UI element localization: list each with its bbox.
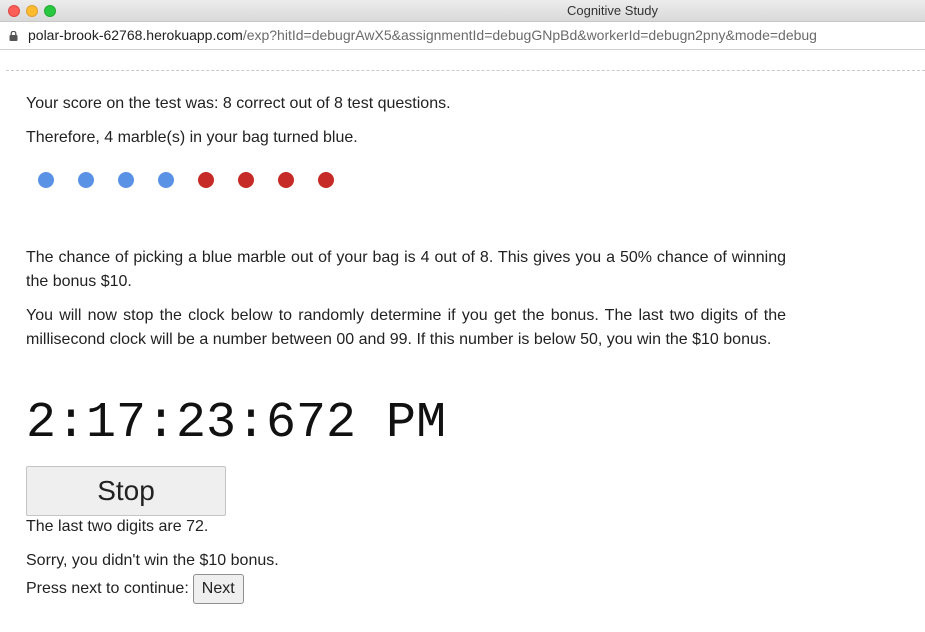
red-marble [238,172,254,188]
address-bar[interactable]: polar-brook-62768.herokuapp.com/exp?hitI… [0,22,925,50]
blue-marble [158,172,174,188]
continue-row: Press next to continue: Next [26,574,244,604]
red-marble [318,172,334,188]
window-title: Cognitive Study [566,3,659,18]
blue-marble [38,172,54,188]
dashed-divider [6,70,925,71]
turned-blue-text: Therefore, 4 marble(s) in your bag turne… [26,129,358,146]
last-digits-text: The last two digits are 72. [26,518,209,535]
red-marble [198,172,214,188]
blue-marble [78,172,94,188]
lock-icon [9,31,18,41]
blue-marble [118,172,134,188]
url-path: /exp?hitId=debugrAwX5&assignmentId=debug… [242,27,817,43]
millisecond-clock: 2:17:23:672 PM [26,395,447,452]
url-host: polar-brook-62768.herokuapp.com [28,27,243,43]
chance-text: The chance of picking a blue marble out … [26,249,786,290]
window-title-bar: Cognitive Study [0,0,925,22]
next-button[interactable]: Next [192,574,244,604]
bonus-result-text: Sorry, you didn't win the $10 bonus. [26,552,279,569]
red-marble [278,172,294,188]
score-text: Your score on the test was: 8 correct ou… [26,95,451,112]
continue-prompt: Press next to continue: [26,580,189,597]
clock-instructions-text: You will now stop the clock below to ran… [26,307,786,348]
stop-button[interactable]: Stop [26,466,226,516]
url-text[interactable]: polar-brook-62768.herokuapp.com/exp?hitI… [28,27,817,43]
